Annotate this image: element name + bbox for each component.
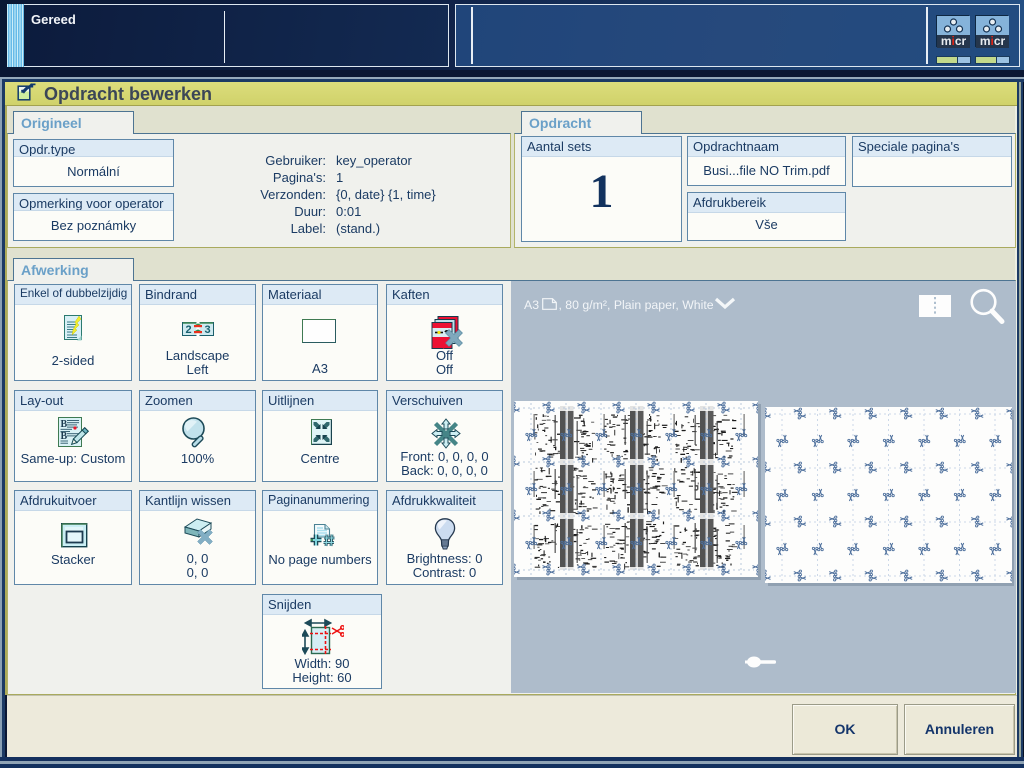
svg-text:B: B [61, 431, 68, 442]
svg-text:B: B [61, 419, 68, 430]
svg-text:2: 2 [185, 324, 191, 336]
svg-text:3: 3 [204, 324, 210, 336]
